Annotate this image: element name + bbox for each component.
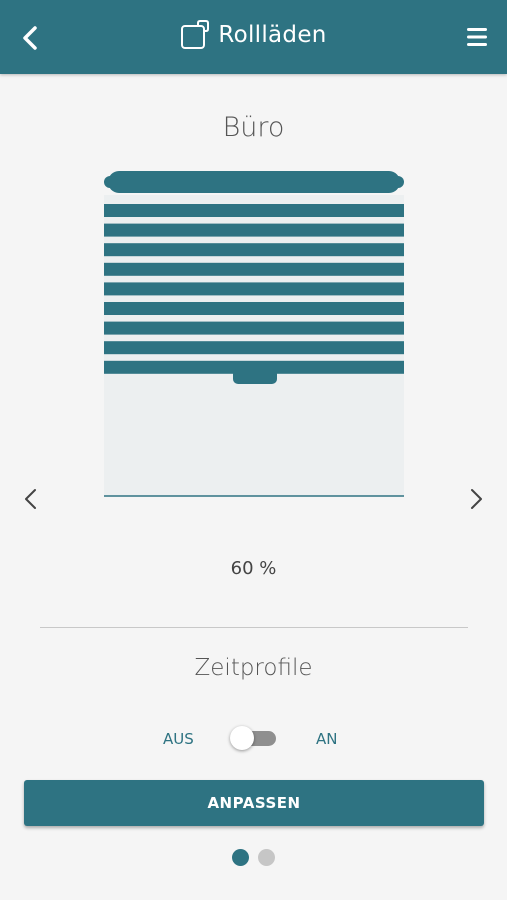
shutter-slat <box>104 262 404 276</box>
room-name: Büro <box>222 112 285 143</box>
shutter-slat <box>104 243 404 257</box>
page-dot-active[interactable] <box>232 849 249 866</box>
shutter-box-cap-right <box>390 176 404 188</box>
shutter-slat <box>104 223 404 237</box>
shutter-visualization[interactable] <box>104 170 404 500</box>
page-indicator <box>0 849 507 866</box>
shutter-slat <box>104 321 404 335</box>
hamburger-menu-icon <box>467 28 487 46</box>
shutter-position-value: 60 % <box>230 558 277 579</box>
adjust-button[interactable]: ANPASSEN <box>24 780 484 826</box>
chevron-right-icon <box>471 489 482 509</box>
page-title: Rollläden <box>218 22 327 48</box>
shutter-handle[interactable] <box>233 369 277 384</box>
section-divider <box>40 627 468 628</box>
shutter-slat <box>104 341 404 355</box>
header-title-group: Rollläden <box>0 20 507 50</box>
next-room-button[interactable] <box>463 484 489 514</box>
chevron-left-icon <box>25 489 36 509</box>
shutter-slat <box>104 282 404 296</box>
zeitprofile-heading: Zeitprofile <box>194 655 313 681</box>
shutter-box-cap-left <box>104 176 118 188</box>
toggle-on-label: AN <box>316 730 338 748</box>
page-dot-inactive[interactable] <box>258 849 275 866</box>
previous-room-button[interactable] <box>18 484 44 514</box>
menu-button[interactable] <box>465 22 491 52</box>
window-icon <box>181 20 210 49</box>
zeitprofile-toggle[interactable] <box>230 726 276 750</box>
shutter-slats <box>104 204 404 374</box>
app-header: Rollläden <box>0 0 507 74</box>
shutter-box <box>108 171 400 193</box>
shutter-slat <box>104 204 404 217</box>
toggle-knob[interactable] <box>230 726 254 750</box>
zeitprofile-toggle-row: AUS AN <box>0 722 507 754</box>
toggle-off-label: AUS <box>163 730 194 748</box>
shutter-slat <box>104 302 404 315</box>
